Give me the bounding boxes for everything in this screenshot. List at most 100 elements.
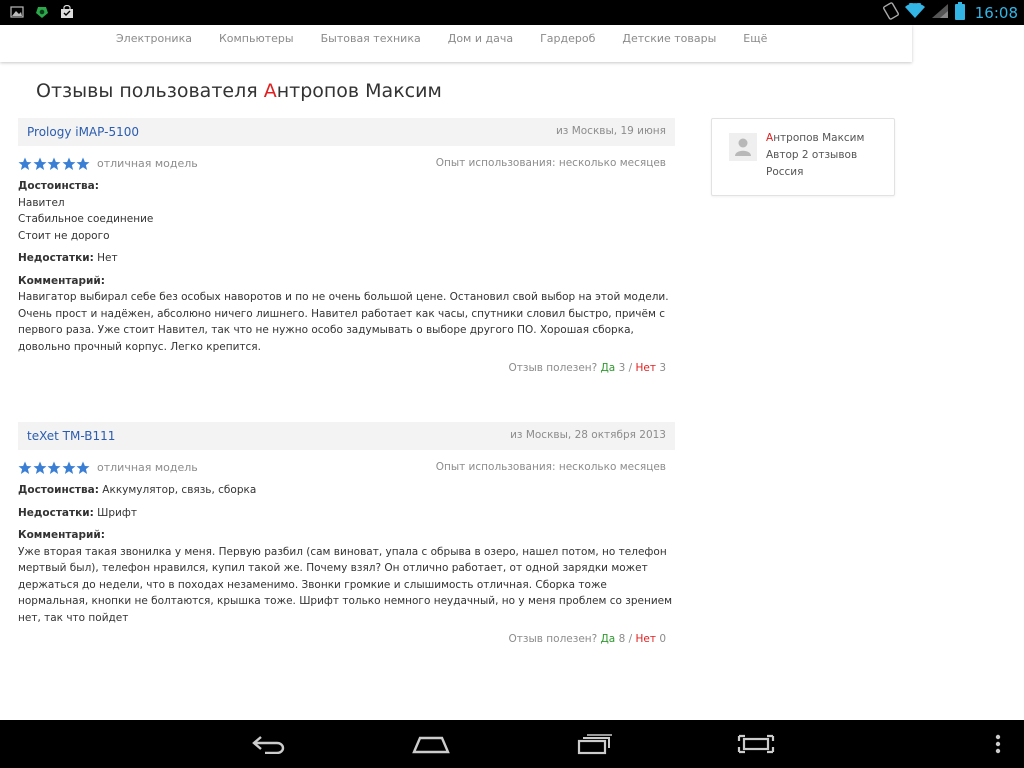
star-icon: [47, 461, 61, 474]
cons-label: Недостатки:: [18, 506, 94, 519]
cons-section: Недостатки: Нет: [18, 250, 675, 267]
pros-item: Стабильное соединение: [18, 213, 154, 225]
category-nav: Электроника Компьютеры Бытовая техника Д…: [0, 25, 912, 62]
vote-no-count: 3: [659, 362, 666, 374]
author-review-count: Автор 2 отзывов: [766, 149, 858, 161]
home-button[interactable]: [409, 730, 453, 758]
nav-item-more[interactable]: Ещё: [743, 32, 767, 45]
title-name-initial: А: [263, 80, 277, 102]
pros-text: Аккумулятор, связь, сборка: [102, 484, 257, 496]
review-card: Prology iMAP-5100 из Москвы, 19 июня отл…: [18, 118, 675, 374]
vote-separator: /: [628, 362, 633, 374]
vote-no-link[interactable]: Нет: [635, 633, 655, 645]
vote-yes-link[interactable]: Да: [601, 362, 616, 374]
title-name-rest: нтропов Максим: [276, 80, 442, 102]
usage-experience: Опыт использования: несколько месяцев: [435, 157, 666, 169]
pros-section: Достоинства: Аккумулятор, связь, сборка: [18, 482, 675, 499]
nav-item-home-garden[interactable]: Дом и дача: [448, 32, 513, 45]
comment-label: Комментарий:: [18, 529, 105, 541]
android-app-icon: [34, 4, 50, 24]
star-icon: [76, 157, 90, 170]
author-country: Россия: [766, 166, 804, 178]
gallery-icon: [10, 4, 24, 24]
clock: 16:08: [974, 3, 1018, 22]
rating-row: отличная модель Опыт использования: неск…: [18, 461, 675, 479]
system-nav-bar: [0, 720, 1024, 768]
nav-item-wardrobe[interactable]: Гардероб: [540, 32, 595, 45]
pros-item: Навител: [18, 196, 65, 209]
comment-section: Комментарий: Уже вторая такая звонилка у…: [18, 527, 675, 626]
comment-section: Комментарий: Навигатор выбирал себе без …: [18, 273, 675, 356]
recent-apps-icon: [577, 734, 612, 755]
pros-item: Стоит не дорого: [18, 229, 110, 242]
rotate-lock-icon: [882, 1, 899, 24]
rating-label: отличная модель: [97, 157, 198, 170]
vote-yes-count: 3: [618, 362, 626, 374]
avatar: [729, 133, 757, 161]
author-name[interactable]: Антропов Максим: [766, 130, 864, 147]
menu-icon: [995, 734, 1001, 754]
review-location-date: из Москвы, 28 октября 2013: [510, 429, 666, 441]
star-rating: [18, 157, 91, 171]
vote-no-link[interactable]: Нет: [635, 362, 655, 374]
cell-signal-icon: [931, 3, 949, 23]
nav-item-computers[interactable]: Компьютеры: [219, 32, 294, 45]
status-bar: 16:08: [0, 0, 1024, 25]
helpful-vote: Отзыв полезен? Да 8 / Нет 0: [18, 633, 675, 645]
review-location-date: из Москвы, 19 июня: [555, 125, 666, 137]
vote-no-count: 0: [659, 633, 666, 645]
nav-item-kids[interactable]: Детские товары: [622, 32, 716, 45]
review-card: teXet TM-B111 из Москвы, 28 октября 2013…: [18, 422, 675, 645]
rating-label: отличная модель: [97, 461, 198, 474]
vote-yes-link[interactable]: Да: [601, 633, 616, 645]
star-icon: [33, 157, 46, 170]
star-icon: [76, 461, 90, 474]
recent-apps-button[interactable]: [572, 730, 616, 758]
cons-label: Недостатки:: [18, 252, 94, 264]
review-header: teXet TM-B111 из Москвы, 28 октября 2013: [18, 422, 675, 450]
helpful-label: Отзыв полезен?: [508, 362, 598, 374]
star-icon: [33, 461, 46, 474]
helpful-label: Отзыв полезен?: [508, 633, 598, 645]
product-link[interactable]: Prology iMAP-5100: [27, 125, 139, 139]
usage-experience: Опыт использования: несколько месяцев: [435, 461, 666, 473]
star-icon: [18, 461, 32, 474]
back-button[interactable]: [247, 730, 291, 758]
nav-item-electronics[interactable]: Электроника: [116, 32, 192, 45]
nav-item-appliances[interactable]: Бытовая техника: [321, 32, 421, 45]
rating-row: отличная модель Опыт использования: неск…: [18, 157, 675, 175]
star-rating: [18, 461, 91, 475]
review-header: Prology iMAP-5100 из Москвы, 19 июня: [18, 118, 675, 146]
vote-separator: /: [628, 633, 633, 645]
author-name-rest: нтропов Максим: [773, 132, 865, 144]
cons-text: Шрифт: [97, 506, 137, 519]
fullscreen-icon: [737, 734, 775, 754]
home-icon: [412, 736, 450, 754]
menu-button[interactable]: [976, 730, 1020, 758]
wifi-icon: [904, 0, 925, 23]
author-info: Антропов Максим Автор 2 отзывов Россия: [766, 130, 864, 181]
user-icon: [735, 138, 751, 156]
pros-label: Достоинства:: [18, 484, 99, 496]
helpful-vote: Отзыв полезен? Да 3 / Нет 3: [18, 362, 675, 374]
page-title: Отзывы пользователя Антропов Максим: [36, 80, 442, 102]
star-icon: [18, 157, 32, 170]
store-bag-icon: [60, 4, 74, 24]
author-card: Антропов Максим Автор 2 отзывов Россия: [711, 118, 895, 196]
pros-label: Достоинства:: [18, 180, 99, 192]
cons-text: Нет: [97, 252, 118, 264]
product-link[interactable]: teXet TM-B111: [27, 429, 115, 443]
fullscreen-button[interactable]: [734, 730, 778, 758]
star-icon: [62, 157, 75, 170]
comment-text: Уже вторая такая звонилка у меня. Первую…: [18, 545, 673, 624]
pros-section: Достоинства: Навител Стабильное соединен…: [18, 178, 675, 244]
star-icon: [62, 461, 75, 474]
title-prefix: Отзывы пользователя: [36, 80, 264, 102]
comment-label: Комментарий:: [18, 274, 105, 287]
back-icon: [252, 736, 285, 754]
battery-icon: [954, 1, 965, 24]
star-icon: [47, 157, 61, 170]
comment-text: Навигатор выбирал себе без особых наворо…: [18, 291, 669, 353]
cons-section: Недостатки: Шрифт: [18, 505, 675, 522]
vote-yes-count: 8: [618, 633, 626, 645]
